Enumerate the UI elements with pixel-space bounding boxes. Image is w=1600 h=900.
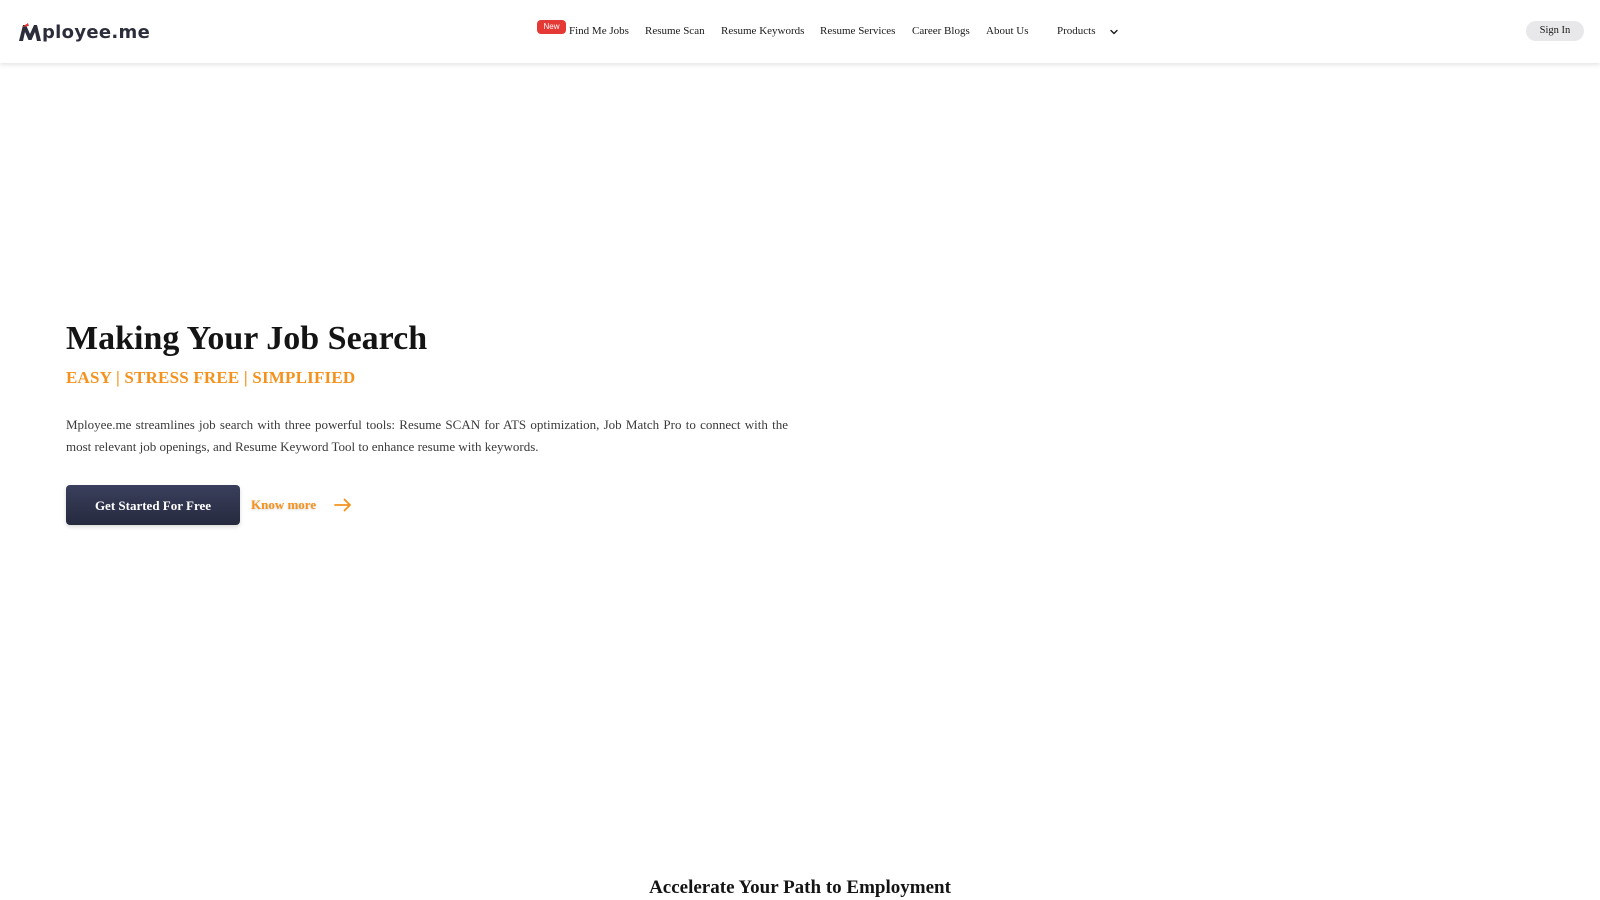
arrow-right-icon <box>334 498 352 512</box>
main-nav: New Find Me Jobs Resume Scan Resume Keyw… <box>0 0 1600 63</box>
sign-in-button[interactable]: Sign In <box>1526 21 1584 41</box>
know-more-link[interactable]: Know more <box>251 496 352 514</box>
chevron-down-icon[interactable] <box>1108 26 1120 38</box>
nav-resume-keywords[interactable]: Resume Keywords <box>721 24 804 39</box>
nav-find-me-jobs[interactable]: Find Me Jobs <box>569 24 629 39</box>
nav-about-us[interactable]: About Us <box>986 24 1028 39</box>
nav-resume-services[interactable]: Resume Services <box>820 24 895 39</box>
nav-resume-scan[interactable]: Resume Scan <box>645 24 705 39</box>
hero-title: Making Your Job Search <box>66 320 428 357</box>
site-header: ployee.me New Find Me Jobs Resume Scan R… <box>0 0 1600 63</box>
new-badge: New <box>537 20 566 34</box>
get-started-button[interactable]: Get Started For Free <box>66 485 240 525</box>
hero-subtitle: EASY | STRESS FREE | SIMPLIFIED <box>66 368 356 387</box>
know-more-label: Know more <box>251 497 317 512</box>
nav-products[interactable]: Products <box>1057 24 1096 39</box>
section-title: Accelerate Your Path to Employment <box>649 877 951 898</box>
hero-description: Mployee.me streamlines job search with t… <box>66 417 788 454</box>
nav-career-blogs[interactable]: Career Blogs <box>912 24 970 39</box>
